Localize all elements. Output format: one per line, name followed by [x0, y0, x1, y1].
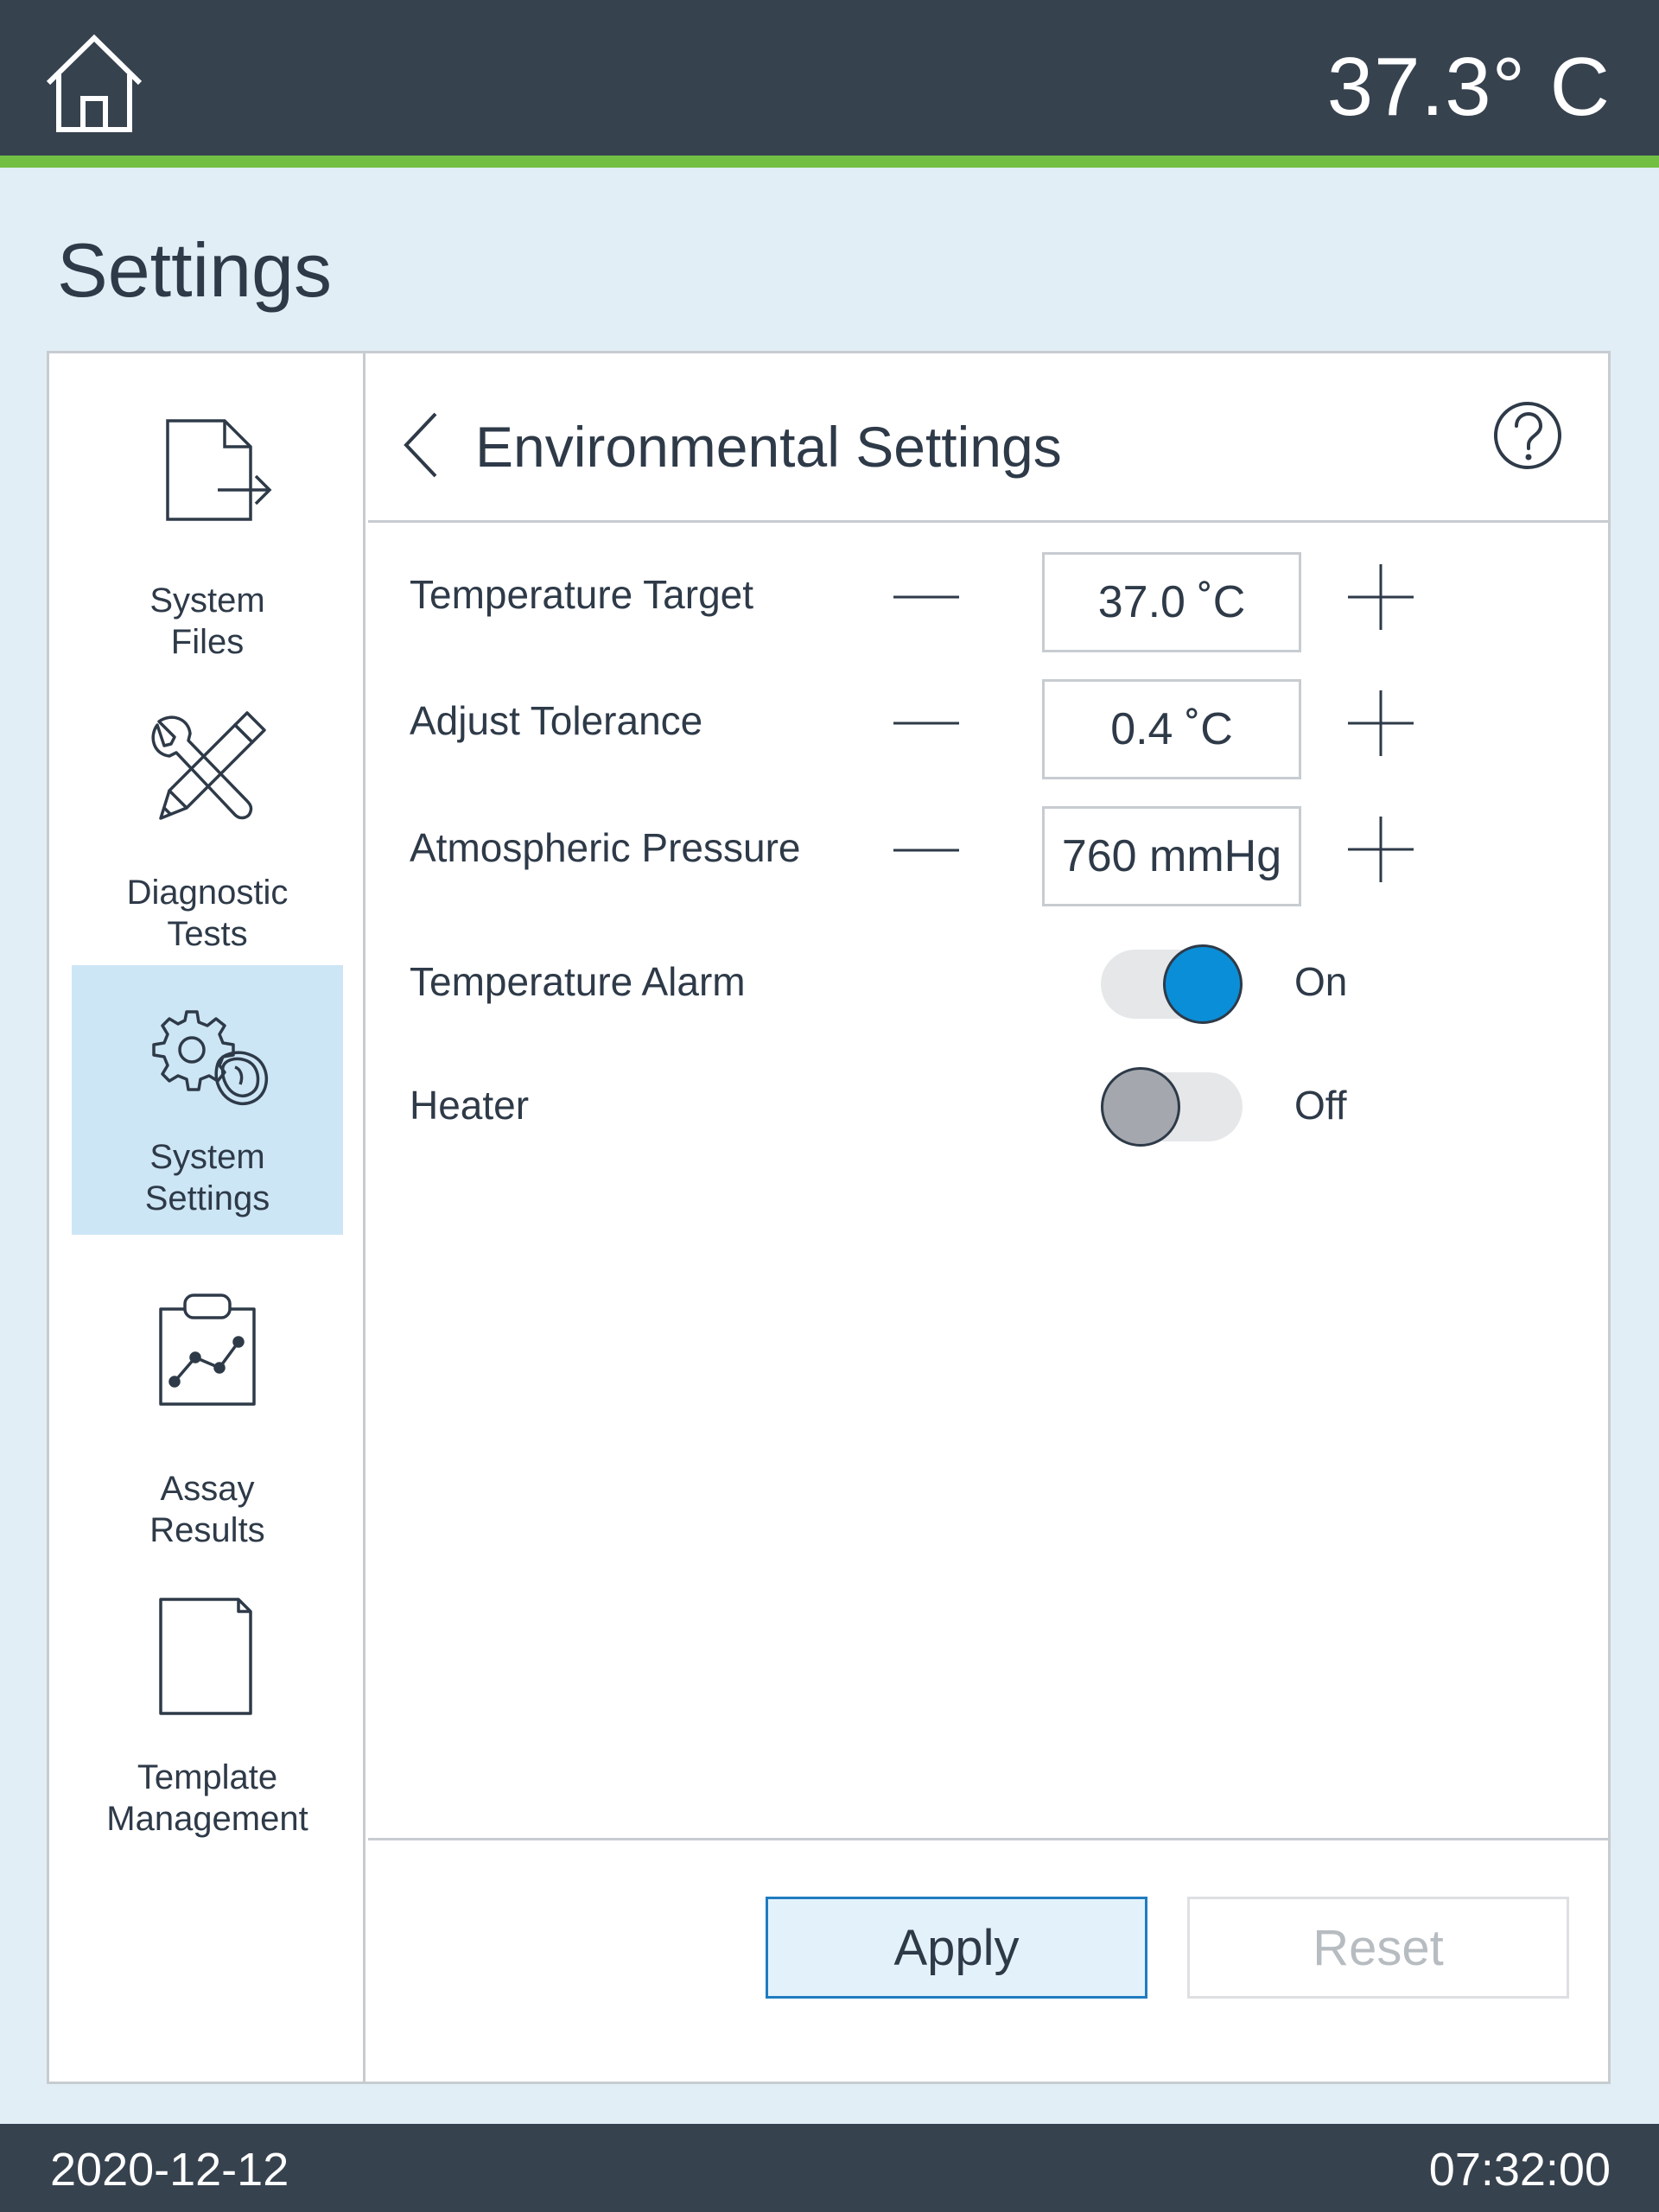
page-title: Settings: [57, 227, 332, 313]
atmospheric-pressure-field[interactable]: [1042, 806, 1301, 906]
sidebar-item-label: Assay: [160, 1470, 255, 1508]
row-label-adjust-tolerance: Adjust Tolerance: [410, 698, 703, 743]
clipboard-chart-icon: [138, 1285, 276, 1423]
row-label-heater: Heater: [410, 1083, 530, 1128]
decrement-atmospheric-pressure-button[interactable]: [890, 833, 963, 868]
document-icon: [138, 1586, 276, 1724]
increment-temperature-target-button[interactable]: [1344, 561, 1417, 633]
status-bar: 2020-12-12 07:32:00: [0, 2124, 1659, 2212]
row-label-temperature-target: Temperature Target: [410, 572, 754, 617]
sidebar-item-label: Files: [170, 623, 245, 661]
row-label-atmospheric-pressure: Atmospheric Pressure: [410, 825, 801, 870]
toggle-knob: [1101, 1067, 1180, 1147]
heater-state: Off: [1294, 1083, 1347, 1128]
temperature-alarm-state: On: [1294, 959, 1348, 1004]
adjust-tolerance-field[interactable]: [1042, 679, 1301, 779]
sidebar-item-label: Results: [149, 1511, 265, 1549]
sidebar-item-label: Settings: [144, 1179, 270, 1217]
toggle-knob: [1163, 944, 1243, 1024]
sidebar-item-label: Diagnostic: [126, 874, 289, 912]
row-label-temperature-alarm: Temperature Alarm: [410, 959, 746, 1004]
increment-atmospheric-pressure-button[interactable]: [1344, 813, 1417, 886]
sidebar-item-label: Tests: [167, 915, 248, 953]
decrement-adjust-tolerance-button[interactable]: [890, 706, 963, 741]
top-bar: 37.3° C: [0, 0, 1659, 168]
reset-button[interactable]: Reset: [1187, 1897, 1569, 1999]
settings-card: System Files Diagnostic Tests System Set…: [47, 351, 1611, 2084]
temperature-alarm-toggle[interactable]: [1101, 944, 1243, 1024]
accent-stripe: [0, 156, 1659, 168]
sidebar-item-system-settings[interactable]: System Settings: [72, 965, 343, 1235]
section-title: Environmental Settings: [475, 415, 1062, 479]
temperature-readout: 37.3° C: [1326, 41, 1611, 133]
sidebar-item-label: Management: [106, 1800, 308, 1838]
sidebar-item-system-files[interactable]: System Files: [72, 388, 343, 661]
decrement-temperature-target-button[interactable]: [890, 580, 963, 614]
sidebar-item-template-management[interactable]: Template Management: [72, 1560, 343, 1838]
divider: [368, 1838, 1608, 1840]
heater-toggle[interactable]: [1101, 1067, 1243, 1147]
status-time: 07:32:00: [1428, 2144, 1611, 2196]
gear-instrument-icon: [138, 995, 276, 1133]
home-icon[interactable]: [41, 31, 147, 137]
content-panel: Environmental Settings Temperature Targe…: [368, 353, 1608, 2082]
tools-icon: [138, 702, 276, 841]
file-export-icon: [138, 407, 276, 545]
help-icon[interactable]: [1492, 400, 1563, 471]
sidebar-item-label: System: [149, 582, 265, 620]
section-header: Environmental Settings: [368, 353, 1608, 523]
sidebar-item-label: System: [149, 1138, 265, 1176]
apply-button[interactable]: Apply: [766, 1897, 1147, 1999]
chevron-left-icon[interactable]: [397, 409, 449, 481]
increment-adjust-tolerance-button[interactable]: [1344, 687, 1417, 760]
sidebar-item-diagnostic-tests[interactable]: Diagnostic Tests: [72, 680, 343, 953]
sidebar-item-label: Template: [137, 1758, 278, 1796]
temperature-target-field[interactable]: [1042, 552, 1301, 652]
sidebar-item-assay-results[interactable]: Assay Results: [72, 1268, 343, 1549]
status-date: 2020-12-12: [50, 2144, 289, 2196]
sidebar: System Files Diagnostic Tests System Set…: [49, 353, 365, 2082]
